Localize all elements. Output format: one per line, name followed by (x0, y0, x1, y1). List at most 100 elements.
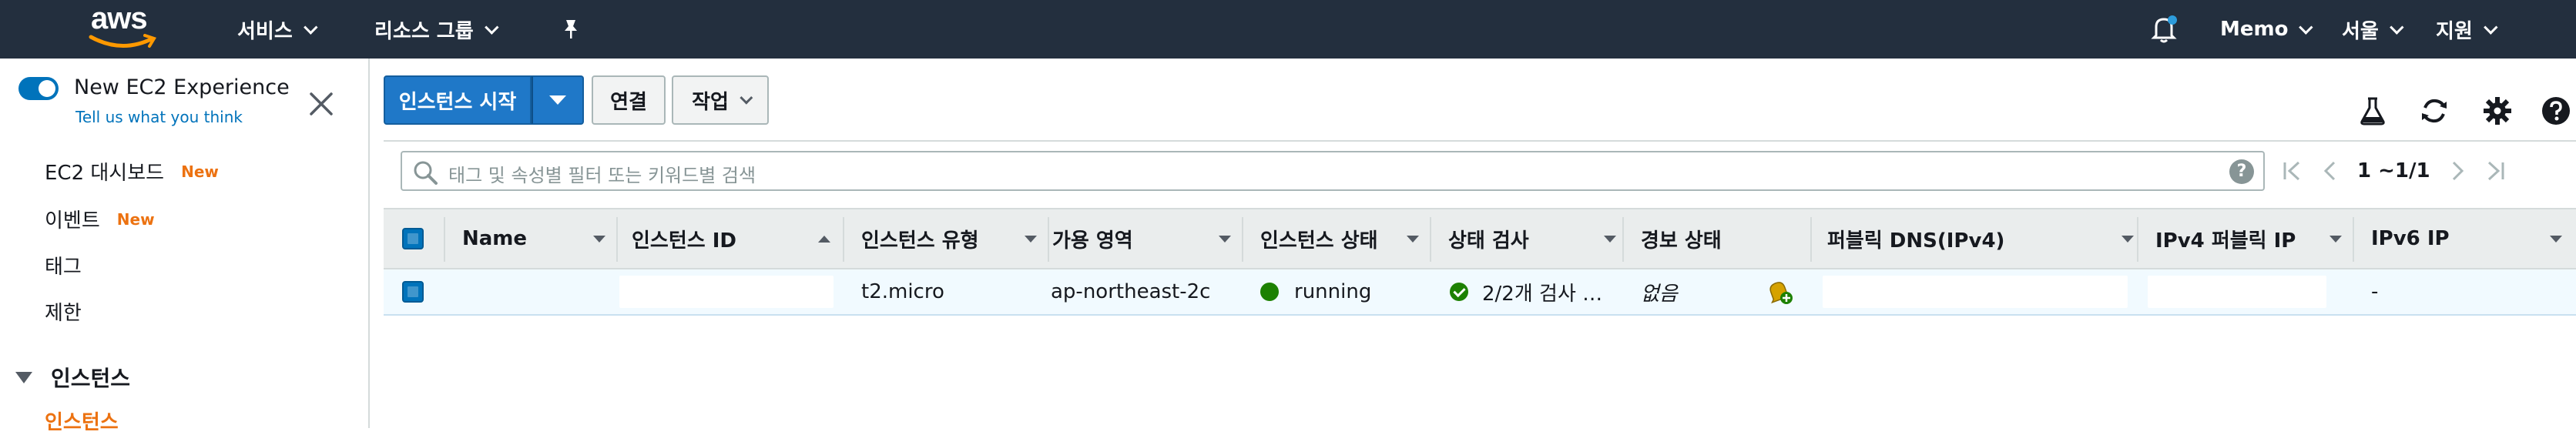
sidebar-item-instances[interactable]: 인스턴스 (45, 407, 119, 435)
gear-icon[interactable] (2482, 95, 2513, 126)
alarm-bell-add-icon (1769, 282, 1793, 304)
column-divider (2353, 217, 2354, 262)
last-page-icon[interactable] (2486, 159, 2506, 182)
pin-button[interactable] (559, 0, 582, 59)
resource-groups-label: 리소스 그룹 (374, 19, 474, 43)
sidebar-item-label: EC2 대시보드 (45, 162, 165, 185)
toolbar-divider (384, 140, 2576, 142)
column-label: 경보 상태 (1641, 229, 1722, 253)
sidebar-item-label: 태그 (45, 256, 82, 279)
sidebar-item-events[interactable]: 이벤트 New (45, 205, 155, 233)
column-divider (1622, 217, 1624, 262)
column-divider (2137, 217, 2138, 262)
notifications-button[interactable] (2151, 0, 2177, 59)
column-header-name[interactable]: Name (462, 209, 616, 268)
chevron-down-icon (484, 19, 499, 35)
sidebar-section-instances[interactable]: 인스턴스 (15, 362, 130, 393)
cell-instance-state: running (1260, 269, 1371, 314)
new-experience-toggle[interactable] (18, 77, 59, 100)
support-label: 지원 (2436, 19, 2473, 43)
flask-icon[interactable] (2357, 95, 2388, 126)
state-label: running (1294, 280, 1372, 303)
checkbox[interactable] (402, 281, 424, 303)
resource-groups-menu[interactable]: 리소스 그룹 (374, 0, 499, 59)
caret-down-icon (15, 371, 32, 383)
column-divider (1430, 217, 1431, 262)
chevron-down-icon (2483, 19, 2498, 35)
table-row[interactable]: t2.micro ap-northeast-2c running 2/2개 검사… (384, 269, 2576, 316)
check-circle-icon (1450, 283, 1468, 301)
pagination: 1 ~1/1 (2282, 151, 2506, 191)
column-header-ipv6-ip[interactable]: IPv6 IP (2371, 209, 2573, 268)
support-menu[interactable]: 지원 (2436, 0, 2498, 59)
refresh-icon[interactable] (2419, 95, 2450, 126)
sidebar-item-label: 제한 (45, 302, 82, 325)
cell-alarm-status: 없음 (1641, 282, 1678, 306)
connect-button[interactable]: 연결 (592, 75, 666, 125)
select-all-checkbox[interactable] (402, 209, 424, 268)
search-input[interactable]: 태그 및 속성별 필터 또는 키워드별 검색 ? (401, 151, 2265, 191)
column-header-public-dns[interactable]: 퍼블릭 DNS(IPv4) (1827, 209, 2145, 268)
cell-instance-type: t2.micro (861, 280, 944, 303)
launch-instance-button[interactable]: 인스턴스 시작 (384, 75, 532, 125)
column-label: IPv6 IP (2371, 227, 2450, 250)
search-placeholder: 태그 및 속성별 필터 또는 키워드별 검색 (448, 165, 756, 186)
column-header-status-checks[interactable]: 상태 검사 (1448, 209, 1627, 268)
cell-ipv4-public-ip (2148, 276, 2326, 308)
chevron-down-icon (303, 19, 318, 35)
column-divider (1048, 217, 1049, 262)
table-header: Name 인스턴스 ID 인스턴스 유형 가용 영역 인스턴스 상태 상태 검사… (384, 208, 2576, 269)
sort-icon (1407, 236, 1419, 243)
actions-label: 작업 (692, 90, 729, 114)
column-header-instance-state[interactable]: 인스턴스 상태 (1260, 209, 1430, 268)
top-navigation-bar: aws 서비스 리소스 그룹 Memo 서울 지원 (0, 0, 2576, 59)
close-icon[interactable] (308, 91, 334, 117)
column-label: 인스턴스 상태 (1260, 229, 1378, 253)
cell-availability-zone: ap-northeast-2c (1051, 280, 1211, 303)
aws-logo[interactable]: aws (83, 2, 168, 52)
column-header-instance-id[interactable]: 인스턴스 ID (632, 209, 841, 268)
page-range: 1 ~1/1 (2357, 159, 2430, 182)
help-icon[interactable] (2541, 95, 2571, 126)
column-divider (843, 217, 844, 262)
column-header-alarm-status[interactable]: 경보 상태 (1641, 209, 1810, 268)
sidebar-item-tags[interactable]: 태그 (45, 251, 82, 279)
actions-button[interactable]: 작업 (672, 75, 769, 125)
previous-page-icon[interactable] (2320, 159, 2340, 182)
sort-ascending-icon (818, 236, 830, 243)
column-header-availability-zone[interactable]: 가용 영역 (1052, 209, 1242, 268)
row-checkbox[interactable] (402, 269, 424, 314)
services-label: 서비스 (237, 19, 293, 43)
column-label: IPv4 퍼블릭 IP (2155, 229, 2296, 253)
toggle-knob (39, 80, 55, 97)
launch-instance-dropdown[interactable] (532, 75, 584, 125)
column-header-ipv4-public-ip[interactable]: IPv4 퍼블릭 IP (2155, 209, 2353, 268)
column-divider (1810, 217, 1812, 262)
first-page-icon[interactable] (2282, 159, 2302, 182)
caret-down-icon (549, 95, 566, 105)
sort-icon (593, 236, 605, 243)
new-badge: New (181, 162, 219, 181)
chevron-down-icon (2299, 19, 2313, 35)
search-help-icon[interactable]: ? (2229, 159, 2254, 184)
new-badge: New (116, 209, 155, 229)
column-divider (444, 217, 445, 262)
section-title: 인스턴스 (51, 366, 131, 391)
region-menu[interactable]: 서울 (2342, 0, 2404, 59)
next-page-icon[interactable] (2447, 159, 2467, 182)
account-menu[interactable]: Memo (2220, 0, 2313, 59)
chevron-down-icon (740, 91, 753, 105)
sort-icon (2122, 236, 2134, 243)
account-label: Memo (2220, 18, 2289, 41)
cell-status-checks: 2/2개 검사 … (1450, 269, 1602, 314)
sidebar-item-limits[interactable]: 제한 (45, 297, 82, 326)
bell-icon (2151, 15, 2177, 43)
feedback-link[interactable]: Tell us what you think (75, 108, 243, 126)
column-header-instance-type[interactable]: 인스턴스 유형 (861, 209, 1048, 268)
sidebar-item-ec2-dashboard[interactable]: EC2 대시보드 New (45, 157, 219, 186)
services-menu[interactable]: 서비스 (237, 0, 318, 59)
checkbox[interactable] (402, 228, 424, 249)
column-label: 인스턴스 ID (632, 229, 736, 253)
create-alarm-button[interactable] (1767, 269, 1793, 314)
notification-dot (2168, 15, 2177, 25)
